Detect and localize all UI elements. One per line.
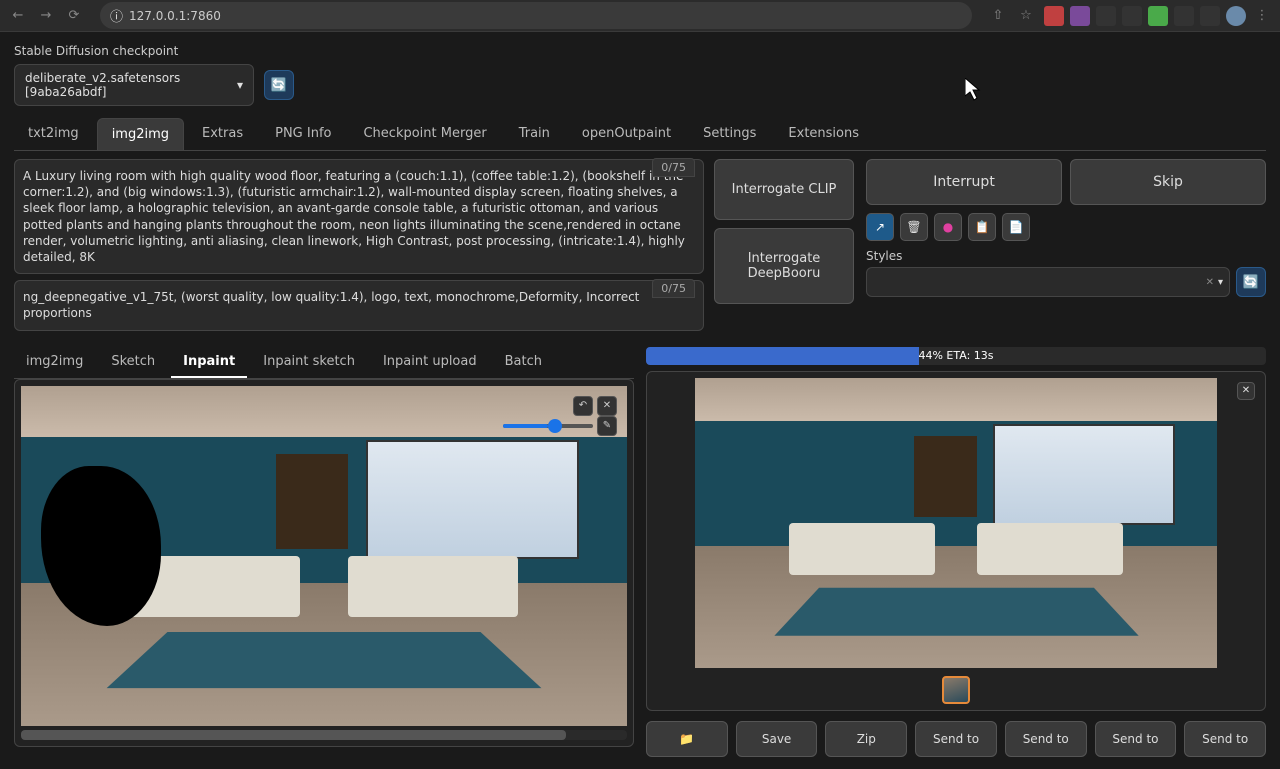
send-to-1-button[interactable]: Send to	[915, 721, 997, 757]
brush-icon[interactable]: ✎	[597, 416, 617, 436]
chevron-down-icon: ▾	[1218, 277, 1223, 288]
canvas-scrollbar[interactable]	[21, 730, 627, 740]
prompt-token-count: 0/75	[652, 158, 695, 177]
negative-prompt-text: ng_deepnegative_v1_75t, (worst quality, …	[23, 289, 695, 321]
ext-icon-7[interactable]	[1200, 6, 1220, 26]
tab-checkpoint-merger[interactable]: Checkpoint Merger	[349, 118, 500, 150]
subtab-inpaint-upload[interactable]: Inpaint upload	[371, 347, 489, 378]
tool-style-button[interactable]: ●	[934, 213, 962, 241]
sub-tabs: img2img Sketch Inpaint Inpaint sketch In…	[14, 347, 634, 379]
open-folder-button[interactable]: 📁	[646, 721, 728, 757]
subtab-batch[interactable]: Batch	[493, 347, 554, 378]
checkpoint-label: Stable Diffusion checkpoint	[14, 44, 1266, 58]
ext-icon-2[interactable]	[1070, 6, 1090, 26]
reload-button[interactable]: ⟳	[64, 6, 84, 26]
info-icon: ⓘ	[110, 6, 123, 25]
tool-clipboard-button[interactable]: 📋	[968, 213, 996, 241]
checkpoint-value: deliberate_v2.safetensors [9aba26abdf]	[25, 71, 237, 99]
styles-label: Styles	[866, 249, 1266, 263]
subtab-sketch[interactable]: Sketch	[99, 347, 167, 378]
refresh-styles-button[interactable]: 🔄	[1236, 267, 1266, 297]
inpaint-canvas[interactable]: ↶ ✕ ✎	[14, 379, 634, 747]
forward-button[interactable]: →	[36, 6, 56, 26]
output-canvas: ✕	[646, 371, 1266, 711]
styles-select[interactable]: ✕ ▾	[866, 267, 1230, 297]
tab-img2img[interactable]: img2img	[97, 118, 184, 150]
brush-size-slider[interactable]: ✎	[503, 416, 617, 436]
back-button[interactable]: ←	[8, 6, 28, 26]
close-icon[interactable]: ✕	[1206, 277, 1214, 288]
skip-button[interactable]: Skip	[1070, 159, 1266, 205]
close-output-icon[interactable]: ✕	[1237, 382, 1255, 400]
extension-icons: ⋮	[1044, 6, 1272, 26]
send-to-2-button[interactable]: Send to	[1005, 721, 1087, 757]
output-buttons: 📁 Save Zip Send to Send to Send to Send …	[646, 721, 1266, 757]
output-thumbnail[interactable]	[942, 676, 970, 704]
negative-prompt-box[interactable]: 0/75 ng_deepnegative_v1_75t, (worst qual…	[14, 280, 704, 330]
tool-file-button[interactable]: 📄	[1002, 213, 1030, 241]
url-input[interactable]	[129, 9, 962, 23]
progress-text: 44% ETA: 13s	[646, 347, 1266, 365]
send-to-4-button[interactable]: Send to	[1184, 721, 1266, 757]
tab-settings[interactable]: Settings	[689, 118, 770, 150]
tab-png-info[interactable]: PNG Info	[261, 118, 345, 150]
browser-bar: ← → ⟳ ⓘ ⇧ ☆ ⋮	[0, 0, 1280, 32]
tool-arrow-button[interactable]: ↗	[866, 213, 894, 241]
negative-token-count: 0/75	[652, 279, 695, 298]
send-to-3-button[interactable]: Send to	[1095, 721, 1177, 757]
interrupt-button[interactable]: Interrupt	[866, 159, 1062, 205]
save-button[interactable]: Save	[736, 721, 818, 757]
subtab-inpaint[interactable]: Inpaint	[171, 347, 247, 378]
tab-openoutpaint[interactable]: openOutpaint	[568, 118, 685, 150]
interrogate-clip-button[interactable]: Interrogate CLIP	[714, 159, 854, 220]
subtab-img2img[interactable]: img2img	[14, 347, 95, 378]
ext-icon-4[interactable]	[1122, 6, 1142, 26]
subtab-inpaint-sketch[interactable]: Inpaint sketch	[251, 347, 367, 378]
interrogate-deepbooru-button[interactable]: Interrogate DeepBooru	[714, 228, 854, 304]
zip-button[interactable]: Zip	[825, 721, 907, 757]
ext-icon-5[interactable]	[1148, 6, 1168, 26]
checkpoint-select[interactable]: deliberate_v2.safetensors [9aba26abdf] ▾	[14, 64, 254, 106]
progress-bar: 44% ETA: 13s	[646, 347, 1266, 365]
prompt-box[interactable]: 0/75 A Luxury living room with high qual…	[14, 159, 704, 274]
undo-icon[interactable]: ↶	[573, 396, 593, 416]
ext-icon-6[interactable]	[1174, 6, 1194, 26]
profile-icon[interactable]	[1226, 6, 1246, 26]
tool-trash-button[interactable]: 🗑	[900, 213, 928, 241]
refresh-checkpoint-button[interactable]: 🔄	[264, 70, 294, 100]
tab-txt2img[interactable]: txt2img	[14, 118, 93, 150]
tab-extensions[interactable]: Extensions	[774, 118, 873, 150]
menu-icon[interactable]: ⋮	[1252, 6, 1272, 26]
tab-train[interactable]: Train	[505, 118, 564, 150]
url-bar[interactable]: ⓘ	[100, 2, 972, 29]
star-icon[interactable]: ☆	[1016, 6, 1036, 26]
main-tabs: txt2img img2img Extras PNG Info Checkpoi…	[14, 118, 1266, 151]
clear-icon[interactable]: ✕	[597, 396, 617, 416]
prompt-text: A Luxury living room with high quality w…	[23, 168, 695, 265]
ext-icon-1[interactable]	[1044, 6, 1064, 26]
chevron-down-icon: ▾	[237, 78, 243, 92]
ext-icon-3[interactable]	[1096, 6, 1116, 26]
share-icon[interactable]: ⇧	[988, 6, 1008, 26]
tab-extras[interactable]: Extras	[188, 118, 257, 150]
